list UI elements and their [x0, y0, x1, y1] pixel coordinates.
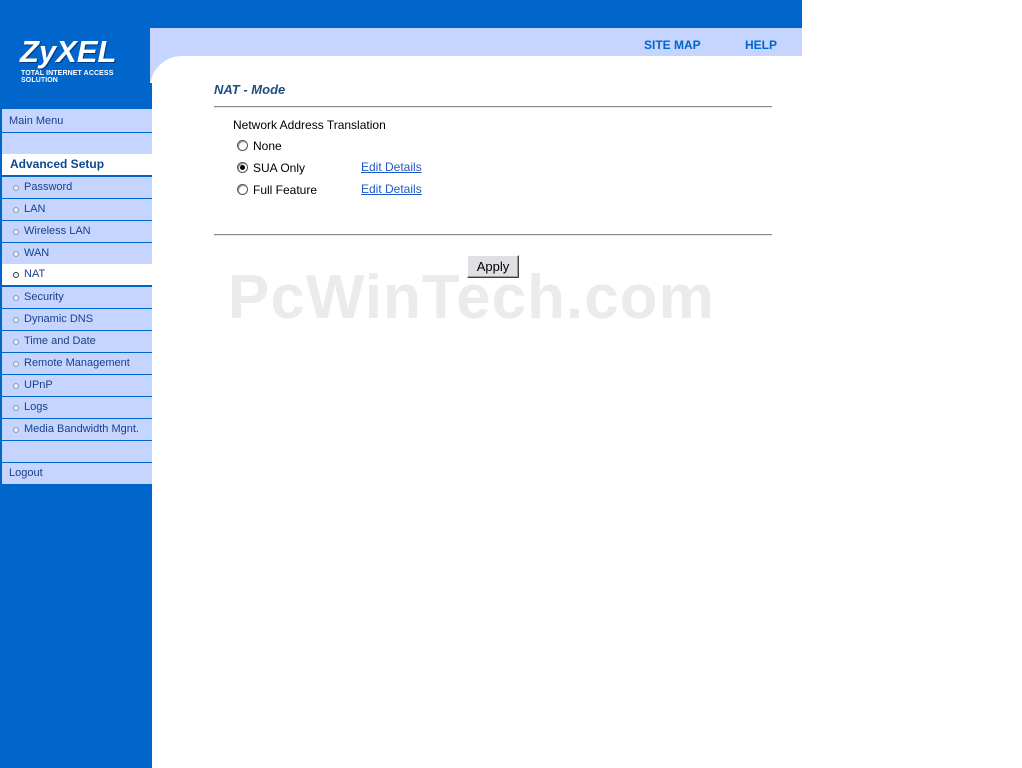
divider — [214, 234, 772, 236]
bullet-icon — [13, 361, 19, 367]
site-map-link[interactable]: SITE MAP — [644, 38, 701, 52]
sidebar-item-time-and-date[interactable]: Time and Date — [2, 331, 152, 352]
apply-button[interactable]: Apply — [467, 255, 519, 278]
full-feature-edit-details-link[interactable]: Edit Details — [361, 182, 422, 196]
sidebar-item-label: Dynamic DNS — [24, 313, 94, 325]
sidebar-item-label: Security — [24, 291, 64, 303]
page-title: NAT - Mode — [214, 82, 286, 97]
sidebar-item-lan[interactable]: LAN — [2, 199, 152, 220]
sidebar-item-label: LAN — [24, 203, 46, 215]
sidebar-item-label: NAT — [24, 268, 46, 280]
bullet-icon — [13, 251, 19, 257]
bullet-icon — [13, 185, 19, 191]
content-corner — [150, 56, 214, 120]
sua-edit-details-link[interactable]: Edit Details — [361, 160, 422, 174]
sua-only-radio[interactable] — [237, 162, 248, 173]
sidebar-item-logs[interactable]: Logs — [2, 397, 152, 418]
sidebar-item-remote-management[interactable]: Remote Management — [2, 353, 152, 374]
sidebar-item-label: Logout — [9, 467, 43, 479]
sidebar-item-security[interactable]: Security — [2, 287, 152, 308]
bullet-icon — [13, 272, 19, 278]
sidebar-heading-label: Advanced Setup — [10, 157, 105, 171]
bullet-icon — [13, 317, 19, 323]
sidebar-item-media-bandwidth[interactable]: Media Bandwidth Mgnt. — [2, 419, 152, 440]
sidebar-item-label: Media Bandwidth Mgnt. — [24, 423, 139, 435]
bullet-icon — [13, 405, 19, 411]
bullet-icon — [13, 383, 19, 389]
sidebar-item-main-menu[interactable]: Main Menu — [2, 111, 152, 132]
section-label: Network Address Translation — [233, 118, 386, 132]
sidebar: Main Menu Advanced Setup Password LAN Wi… — [0, 83, 152, 768]
sidebar-item-label: Logs — [24, 401, 48, 413]
sidebar-item-wireless-lan[interactable]: Wireless LAN — [2, 221, 152, 242]
option-label: None — [253, 139, 282, 153]
sidebar-item-label: Remote Management — [24, 357, 130, 369]
sidebar-section-advanced-setup: Advanced Setup — [2, 154, 152, 175]
header-strip — [150, 28, 802, 56]
bullet-icon — [13, 295, 19, 301]
sidebar-item-label: Main Menu — [9, 115, 64, 127]
sidebar-spacer — [2, 133, 152, 154]
zyxel-logo: ZyXEL TOTAL INTERNET ACCESS SOLUTION — [0, 28, 150, 84]
sidebar-item-label: UPnP — [24, 379, 53, 391]
option-label: SUA Only — [253, 161, 306, 175]
sidebar-item-label: Time and Date — [24, 335, 96, 347]
bullet-icon — [13, 427, 19, 433]
option-label: Full Feature — [253, 183, 318, 197]
logo-text: ZyXEL — [20, 34, 117, 69]
bullet-icon — [13, 207, 19, 213]
sidebar-item-nat[interactable]: NAT — [2, 264, 152, 285]
top-banner — [0, 0, 802, 28]
sidebar-item-password[interactable]: Password — [2, 177, 152, 198]
sidebar-spacer — [2, 441, 152, 462]
sidebar-item-label: WAN — [24, 247, 50, 259]
none-radio[interactable] — [237, 140, 248, 151]
full-feature-radio[interactable] — [237, 184, 248, 195]
sidebar-item-label: Wireless LAN — [24, 225, 91, 237]
sidebar-item-dynamic-dns[interactable]: Dynamic DNS — [2, 309, 152, 330]
sidebar-item-upnp[interactable]: UPnP — [2, 375, 152, 396]
sidebar-item-label: Password — [24, 181, 73, 193]
logo-tagline: TOTAL INTERNET ACCESS SOLUTION — [21, 70, 114, 84]
sidebar-item-wan[interactable]: WAN — [2, 243, 152, 264]
bullet-icon — [13, 229, 19, 235]
sidebar-item-logout[interactable]: Logout — [2, 463, 152, 484]
bullet-icon — [13, 339, 19, 345]
divider — [214, 106, 772, 108]
help-link[interactable]: HELP — [745, 38, 777, 52]
